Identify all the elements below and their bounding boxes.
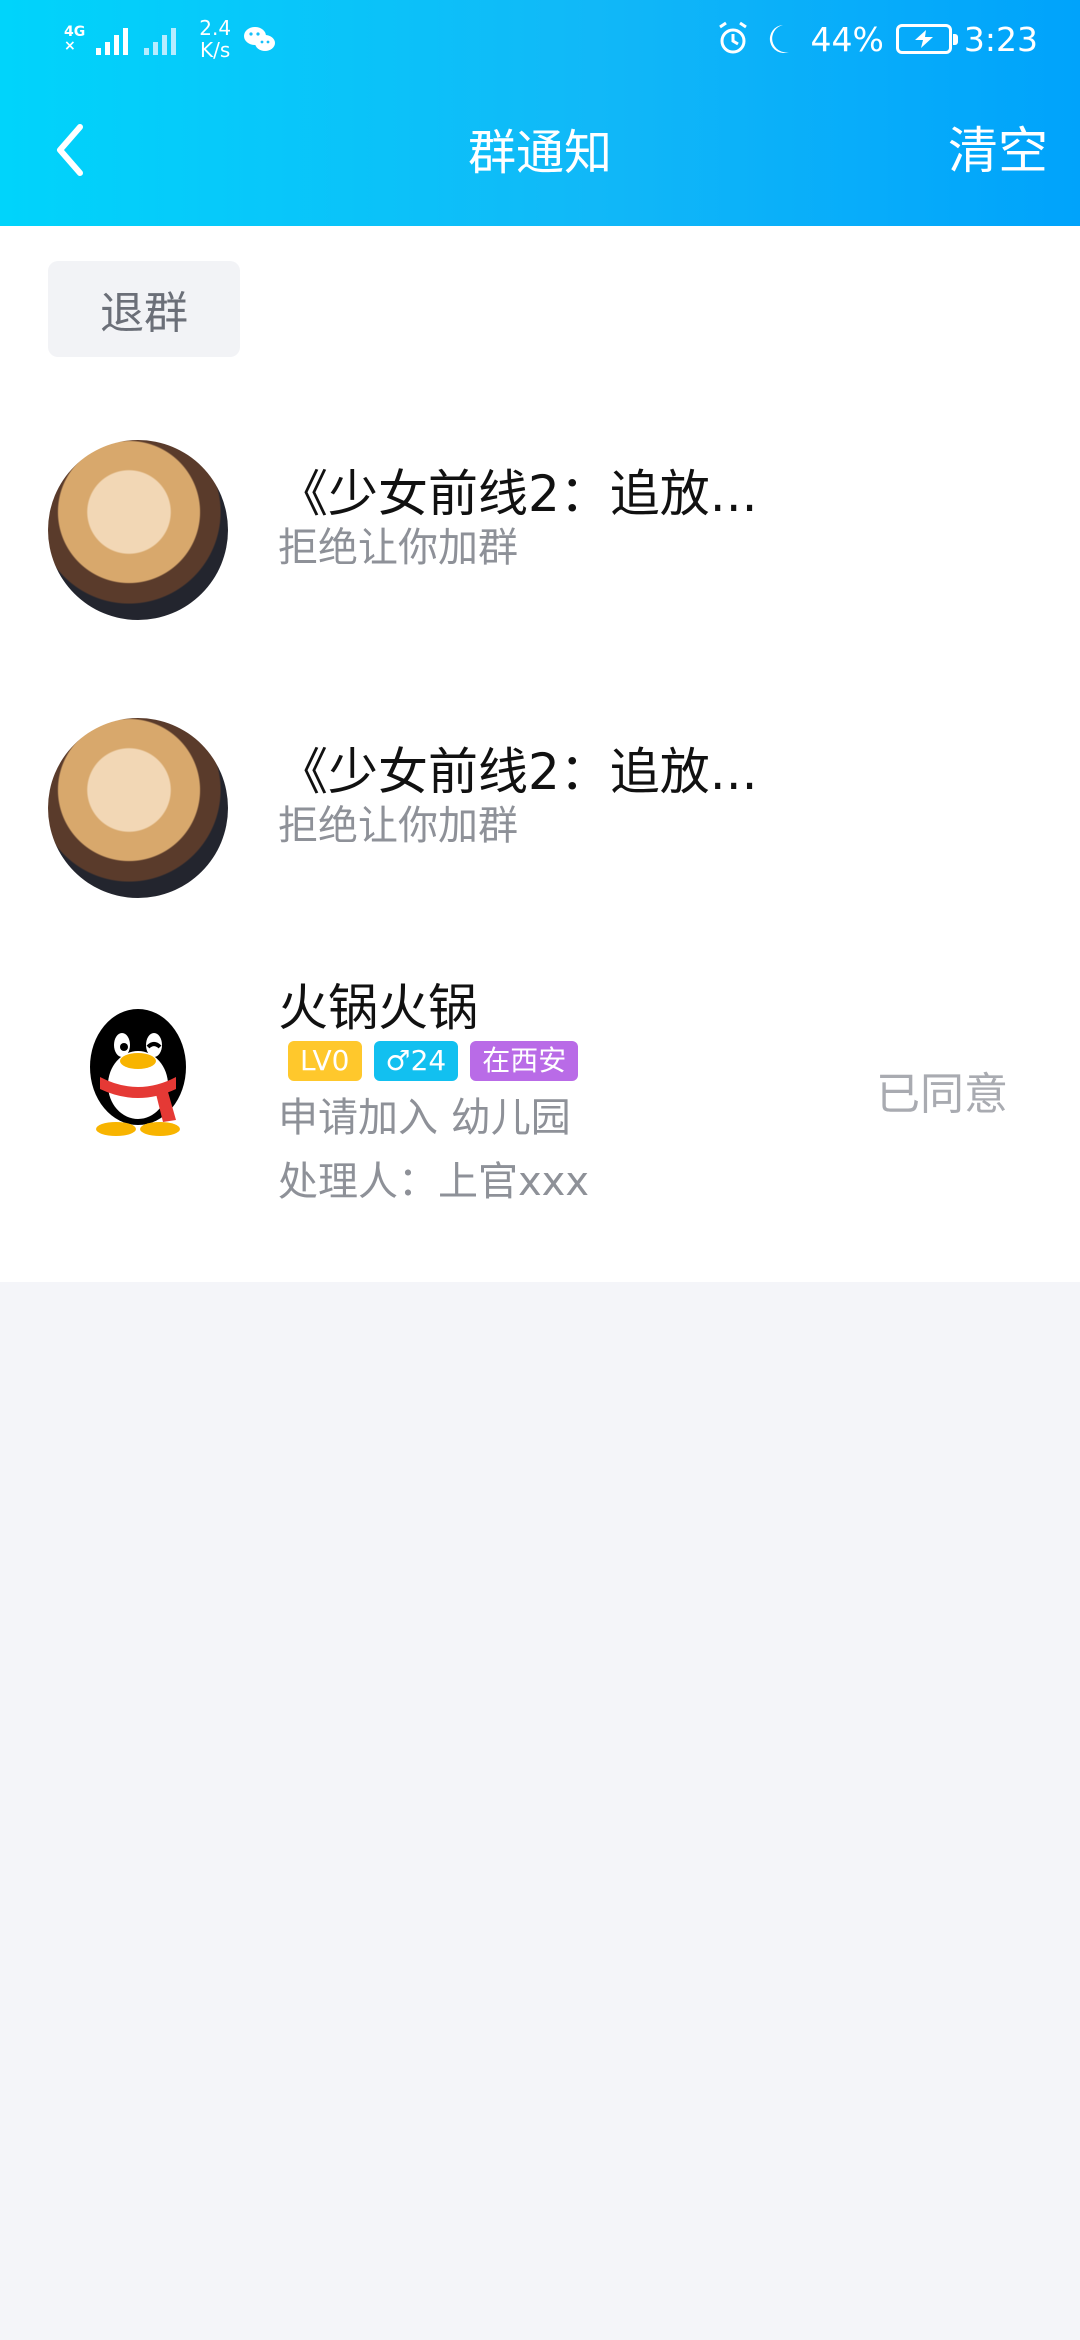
- notification-item-1[interactable]: 《少女前线2：追放... 拒绝让你加群: [0, 440, 1080, 690]
- signal-icon: [96, 28, 129, 55]
- request-status: 已同意: [876, 1069, 1008, 1120]
- notification-title: 《少女前线2：追放...: [278, 465, 758, 523]
- notification-message: 拒绝让你加群: [278, 803, 518, 849]
- wechat-icon: [244, 27, 276, 51]
- moon-icon: [769, 25, 789, 53]
- level-badge: LV0: [288, 1041, 362, 1081]
- join-request-text: 申请加入 幼儿园: [278, 1095, 571, 1141]
- qq-penguin-icon: [90, 1009, 186, 1136]
- network-speed: 2.4 K/s: [199, 17, 231, 61]
- network-speed-value: 2.4: [199, 16, 232, 40]
- network-label-4g: 4G: [64, 24, 86, 40]
- handler-text: 处理人：上官xxx: [278, 1159, 590, 1205]
- charging-bolt-icon: [914, 30, 933, 48]
- signal-empty-icon: [144, 28, 177, 55]
- status-left: 4G × 2.4 K/s: [64, 14, 277, 64]
- notification-item-2[interactable]: 《少女前线2：追放... 拒绝让你加群: [0, 718, 1080, 968]
- status-right: 44% 3:23: [713, 14, 1038, 64]
- status-bar: 4G × 2.4 K/s 44% 3:23: [0, 0, 1080, 80]
- battery-icon: [895, 24, 958, 54]
- page-title: 群通知: [467, 125, 612, 181]
- quit-group-button[interactable]: 退群: [48, 261, 240, 357]
- header: 4G × 2.4 K/s 44% 3:23 群通知 清空: [0, 0, 1080, 226]
- notification-title: 《少女前线2：追放...: [278, 743, 758, 801]
- requester-name: 火锅火锅: [278, 979, 478, 1037]
- alarm-icon: [718, 21, 747, 54]
- gender-age-badge: ♂24: [373, 1041, 459, 1081]
- navbar: 群通知 清空: [0, 95, 1080, 205]
- requester-tags: LV0 ♂24 在西安: [288, 1041, 579, 1081]
- avatar[interactable]: [48, 440, 228, 620]
- notification-item-3[interactable]: 火锅火锅 LV0 ♂24 在西安 申请加入 幼儿园 处理人：上官xxx 已同意: [0, 979, 1080, 1281]
- avatar[interactable]: [48, 718, 228, 898]
- notification-message: 拒绝让你加群: [278, 525, 518, 571]
- clear-button[interactable]: 清空: [948, 123, 1048, 179]
- battery-percent: 44%: [810, 19, 884, 59]
- notification-panel: 退群 《少女前线2：追放... 拒绝让你加群 《少女前线2：追放... 拒绝让你…: [0, 226, 1080, 1282]
- location-badge: 在西安: [470, 1041, 579, 1081]
- network-label-off: ×: [64, 38, 76, 54]
- network-labels: 4G ×: [64, 25, 85, 53]
- network-speed-unit: K/s: [200, 38, 231, 62]
- status-time: 3:23: [963, 19, 1038, 59]
- qq-penguin-avatar[interactable]: [48, 981, 228, 1161]
